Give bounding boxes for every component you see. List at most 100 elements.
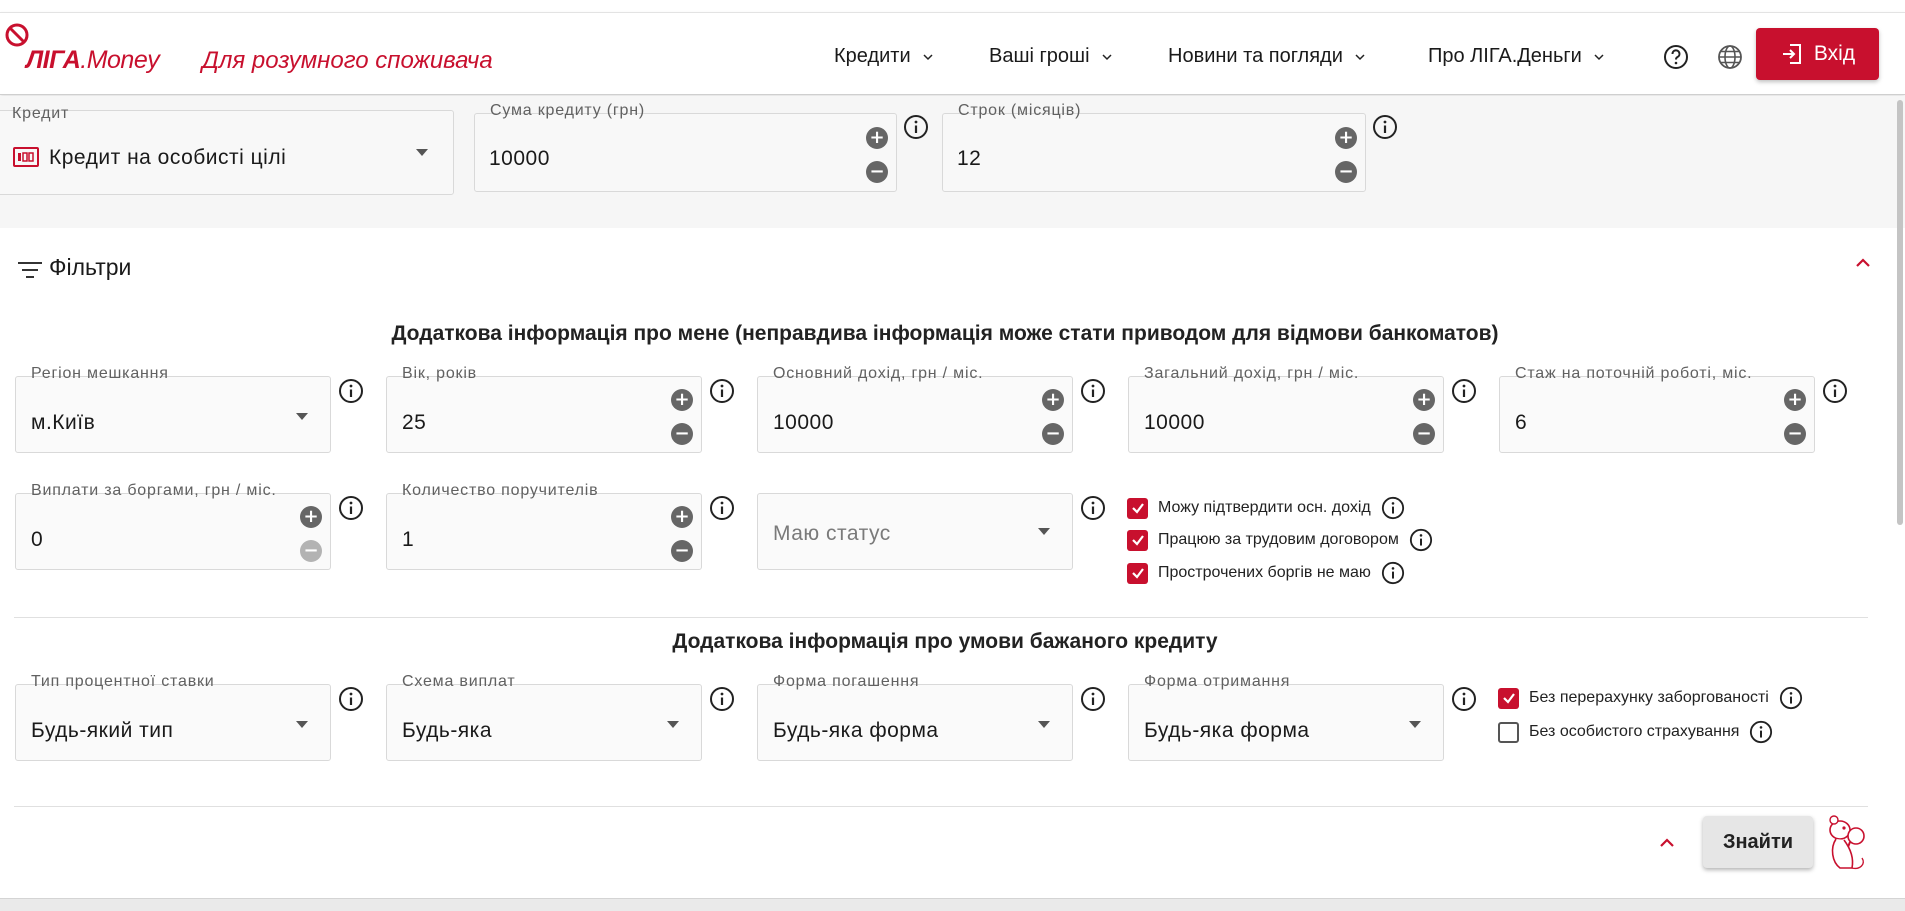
region-value: м.Київ bbox=[31, 411, 96, 434]
plus-icon[interactable]: + bbox=[866, 127, 888, 149]
chevron-up-icon[interactable] bbox=[1854, 256, 1872, 270]
rate-type-select[interactable]: Тип процентної ставки Будь-який тип bbox=[15, 673, 331, 761]
info-icon[interactable] bbox=[338, 686, 364, 712]
receive-form-select[interactable]: Форма отримання Будь-яка форма bbox=[1128, 673, 1444, 761]
credit-card-icon bbox=[13, 147, 39, 167]
info-icon[interactable] bbox=[1080, 686, 1106, 712]
guarantors-value: 1 bbox=[402, 528, 415, 551]
chevron-down-icon bbox=[1038, 528, 1050, 535]
page-bottom bbox=[0, 898, 1905, 911]
scrollbar[interactable] bbox=[1897, 100, 1903, 525]
repayment-form-label: Форма погашення bbox=[773, 673, 920, 690]
checkbox-no-insurance[interactable]: Без особистого страхування bbox=[1498, 720, 1773, 744]
repayment-form-value: Будь-яка форма bbox=[773, 719, 939, 742]
chevron-down-icon bbox=[296, 721, 308, 728]
info-icon[interactable] bbox=[1779, 686, 1803, 710]
age-value: 25 bbox=[402, 411, 427, 434]
info-icon[interactable] bbox=[903, 114, 929, 140]
total-income-field[interactable]: Загальний дохід, грн / міс. 10000 + − bbox=[1128, 365, 1444, 453]
info-icon[interactable] bbox=[1749, 720, 1773, 744]
main-income-label: Основний дохід, грн / міс. bbox=[773, 365, 984, 382]
info-icon[interactable] bbox=[1822, 378, 1848, 404]
guarantors-label: Количество поручителів bbox=[402, 482, 599, 499]
loan-amount-label: Сума кредиту (грн) bbox=[490, 102, 646, 119]
loan-type-select[interactable]: Кредит Кредит на особисті цілі bbox=[0, 105, 454, 195]
info-icon[interactable] bbox=[338, 378, 364, 404]
checkbox-unchecked[interactable] bbox=[1498, 721, 1519, 743]
plus-icon[interactable]: + bbox=[300, 506, 322, 528]
region-select[interactable]: Регіон мешкання м.Київ bbox=[15, 365, 331, 453]
minus-icon[interactable]: − bbox=[1042, 423, 1064, 445]
guarantors-stepper: + − bbox=[671, 506, 693, 562]
guarantors-field[interactable]: Количество поручителів 1 + − bbox=[386, 482, 702, 570]
logo-icon[interactable] bbox=[4, 22, 30, 48]
info-icon[interactable] bbox=[709, 686, 735, 712]
minus-icon[interactable]: − bbox=[1413, 423, 1435, 445]
find-label: Знайти bbox=[1722, 830, 1794, 853]
minus-icon[interactable]: − bbox=[671, 540, 693, 562]
loan-term-stepper: + − bbox=[1335, 127, 1357, 183]
loan-amount-field[interactable]: Сума кредиту (грн) 10000 + − bbox=[474, 102, 897, 192]
plus-icon[interactable]: + bbox=[671, 506, 693, 528]
plus-icon[interactable]: + bbox=[1042, 389, 1064, 411]
receive-form-label: Форма отримання bbox=[1144, 673, 1291, 690]
payment-scheme-select[interactable]: Схема виплат Будь-яка bbox=[386, 673, 702, 761]
checkbox-label: Можу підтвердити осн. дохід bbox=[1158, 499, 1371, 516]
checkbox-no-recalculation[interactable]: Без перерахунку заборгованості bbox=[1498, 686, 1803, 710]
nav-your-money[interactable]: Ваші гроші bbox=[989, 45, 1112, 68]
debt-payments-field[interactable]: Виплати за боргами, грн / міс. 0 + − bbox=[15, 482, 331, 570]
status-select[interactable]: Маю статус bbox=[757, 493, 1073, 570]
minus-icon[interactable]: − bbox=[1784, 423, 1806, 445]
minus-icon[interactable]: − bbox=[300, 540, 322, 562]
rate-type-value: Будь-який тип bbox=[31, 719, 174, 742]
nav-news[interactable]: Новини та погляди bbox=[1168, 45, 1365, 68]
login-button[interactable]: Вхід bbox=[1756, 28, 1879, 80]
info-icon[interactable] bbox=[1080, 378, 1106, 404]
logo-text[interactable]: ЛІГА.Money bbox=[26, 46, 160, 75]
checkbox-checked[interactable] bbox=[1127, 562, 1148, 584]
plus-icon[interactable]: + bbox=[671, 389, 693, 411]
chevron-down-icon bbox=[1355, 53, 1365, 60]
nav-credits[interactable]: Кредити bbox=[834, 45, 933, 68]
help-icon[interactable] bbox=[1663, 44, 1689, 70]
filters-title[interactable]: Фільтри bbox=[49, 254, 131, 281]
section-heading-personal: Додаткова інформація про мене (неправдив… bbox=[391, 322, 1499, 345]
info-icon[interactable] bbox=[1381, 496, 1405, 520]
info-icon[interactable] bbox=[1409, 528, 1433, 552]
minus-icon[interactable]: − bbox=[1335, 161, 1357, 183]
chevron-up-icon[interactable] bbox=[1658, 836, 1676, 850]
info-icon[interactable] bbox=[1451, 686, 1477, 712]
checkbox-checked[interactable] bbox=[1127, 529, 1148, 551]
globe-icon[interactable] bbox=[1717, 44, 1743, 70]
payment-scheme-label: Схема виплат bbox=[402, 673, 516, 690]
plus-icon[interactable]: + bbox=[1784, 389, 1806, 411]
divider bbox=[14, 617, 1868, 618]
minus-icon[interactable]: − bbox=[671, 423, 693, 445]
find-button[interactable]: Знайти bbox=[1703, 816, 1813, 868]
loan-term-field[interactable]: Строк (місяців) 12 + − bbox=[942, 102, 1366, 192]
main-income-field[interactable]: Основний дохід, грн / міс. 10000 + − bbox=[757, 365, 1073, 453]
info-icon[interactable] bbox=[1080, 495, 1106, 521]
experience-field[interactable]: Стаж на поточній роботі, міс. 6 + − bbox=[1499, 365, 1815, 453]
age-field[interactable]: Вік, років 25 + − bbox=[386, 365, 702, 453]
plus-icon[interactable]: + bbox=[1335, 127, 1357, 149]
info-icon[interactable] bbox=[1381, 561, 1405, 585]
checkbox-confirm-income[interactable]: Можу підтвердити осн. дохід bbox=[1127, 496, 1405, 520]
info-icon[interactable] bbox=[1372, 114, 1398, 140]
checkbox-label: Прострочених боргів не маю bbox=[1158, 564, 1371, 581]
checkbox-no-overdue[interactable]: Прострочених боргів не маю bbox=[1127, 561, 1405, 585]
nav-about-label: Про ЛІГА.Деньги bbox=[1428, 45, 1582, 67]
plus-icon[interactable]: + bbox=[1413, 389, 1435, 411]
info-icon[interactable] bbox=[1451, 378, 1477, 404]
section-heading-credit-terms: Додаткова інформація про умови бажаного … bbox=[672, 630, 1218, 653]
checkbox-checked[interactable] bbox=[1498, 687, 1519, 709]
minus-icon[interactable]: − bbox=[866, 161, 888, 183]
info-icon[interactable] bbox=[709, 495, 735, 521]
checkbox-labor-contract[interactable]: Працюю за трудовим договором bbox=[1127, 528, 1433, 552]
repayment-form-select[interactable]: Форма погашення Будь-яка форма bbox=[757, 673, 1073, 761]
filter-icon[interactable] bbox=[17, 260, 43, 280]
nav-about[interactable]: Про ЛІГА.Деньги bbox=[1428, 45, 1604, 68]
checkbox-checked[interactable] bbox=[1127, 497, 1148, 519]
info-icon[interactable] bbox=[338, 495, 364, 521]
info-icon[interactable] bbox=[709, 378, 735, 404]
